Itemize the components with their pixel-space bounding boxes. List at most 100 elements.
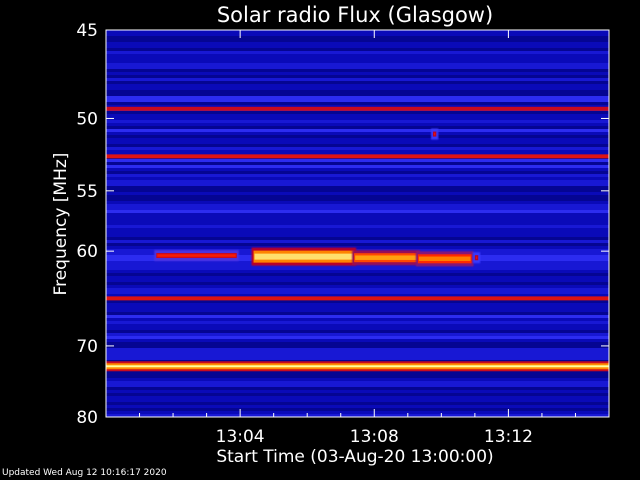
background-stripe [106,87,609,90]
background-stripe [106,90,609,93]
background-stripe [106,96,609,99]
background-stripe [106,39,609,42]
background-stripe [106,165,609,168]
background-stripe [106,69,609,72]
background-stripe [106,72,609,75]
y-tick-label: 45 [76,21,98,41]
background-stripe [106,282,609,285]
burst-core [475,256,478,259]
background-stripe [106,285,609,288]
burst-core [355,255,417,260]
background-stripe [106,219,609,222]
background-stripe [106,138,609,141]
background-stripe [106,330,609,333]
background-stripe [106,150,609,153]
background-stripe [106,288,609,291]
chart-title: Solar radio Flux (Glasgow) [217,3,493,27]
background-stripe [106,270,609,273]
background-stripe [106,327,609,330]
background-stripe [106,228,609,231]
background-stripe [106,276,609,279]
background-stripe [106,213,609,216]
background-stripe [106,240,609,243]
burst-core [418,256,471,262]
background-stripe [106,174,609,177]
burst-core [157,254,236,257]
background-stripe [106,36,609,39]
background-stripe [106,291,609,294]
background-stripe [106,171,609,174]
background-stripe [106,384,609,387]
background-stripe [106,132,609,135]
y-tick-label: 60 [76,242,98,262]
background-stripe [106,207,609,210]
background-stripe [106,78,609,81]
background-stripe [106,201,609,204]
background-stripe [106,192,609,195]
background-stripe [106,246,609,249]
background-stripe [106,390,609,393]
background-stripe [106,399,609,402]
background-stripe [106,243,609,246]
background-stripe [106,183,609,186]
background-stripe [106,162,609,165]
background-stripe [106,339,609,342]
burst-core [433,132,436,136]
background-stripe [106,147,609,150]
background-stripe [106,225,609,228]
y-axis-label: Frequency [MHz] [51,153,71,296]
y-tick-label: 70 [76,337,98,357]
background-stripe [106,126,609,129]
background-stripe [106,111,609,114]
background-stripe [106,93,609,96]
background-stripe [106,216,609,219]
background-stripe [106,321,609,324]
background-stripe [106,312,609,315]
background-stripe [106,324,609,327]
background-stripe [106,303,609,306]
background-stripe [106,144,609,147]
continuous-band [106,154,609,159]
background-stripe [106,195,609,198]
x-tick-label: 13:04 [216,427,265,447]
background-stripe [106,159,609,162]
y-tick-label: 80 [76,408,98,428]
background-stripe [106,318,609,321]
background-stripe [106,300,609,303]
background-stripe [106,204,609,207]
background-stripe [106,48,609,51]
background-stripe [106,267,609,270]
background-stripe [106,234,609,237]
background-stripe [106,351,609,354]
background-stripe [106,372,609,375]
background-stripe [106,309,609,312]
background-stripe [106,411,609,414]
background-stripe [106,66,609,69]
background-stripe [106,198,609,201]
background-stripe [106,231,609,234]
background-stripe [106,402,609,405]
background-stripe [106,387,609,390]
background-stripe [106,54,609,57]
background-stripe [106,333,609,336]
background-stripe [106,99,609,102]
background-stripe [106,117,609,120]
background-stripe [106,186,609,189]
background-stripe [106,210,609,213]
background-stripe [106,222,609,225]
background-stripe [106,114,609,117]
background-stripe [106,177,609,180]
spectrogram-chart: Solar radio Flux (Glasgow) 455055607080 … [51,3,610,467]
background-stripe [106,75,609,78]
background-stripe [106,393,609,396]
background-stripe [106,405,609,408]
continuous-band [106,106,609,111]
background-stripe [106,51,609,54]
background-stripe [106,84,609,87]
background-stripe [106,63,609,66]
background-stripe [106,57,609,60]
background-stripe [106,273,609,276]
background-stripe [106,168,609,171]
background-stripe [106,102,609,105]
background-stripe [106,180,609,183]
